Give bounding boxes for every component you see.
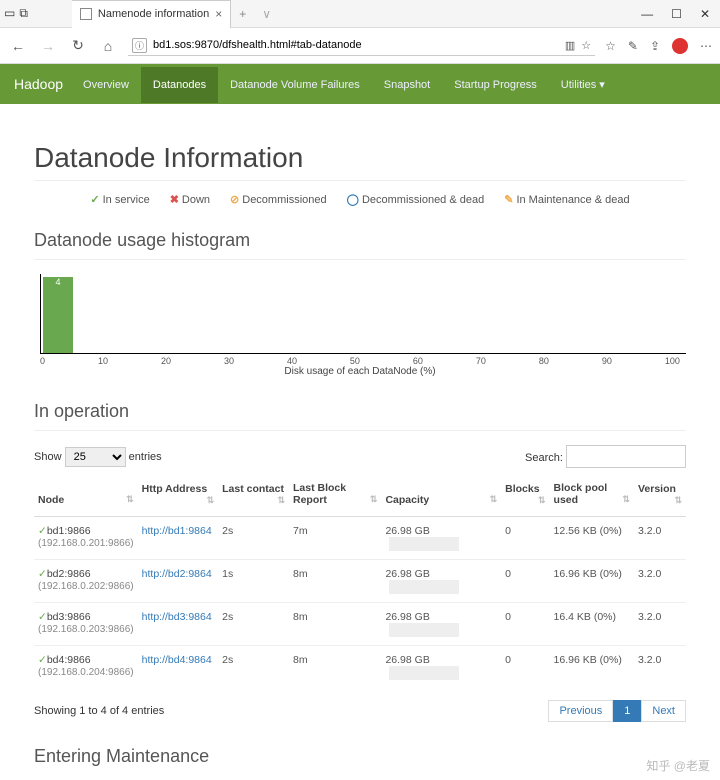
usage-histogram: 4 0102030405060708090100 Disk usage of e… bbox=[34, 274, 686, 377]
showing-text: Showing 1 to 4 of 4 entries bbox=[34, 705, 164, 717]
pen-icon[interactable]: ✎ bbox=[628, 39, 638, 53]
histogram-bar: 4 bbox=[43, 277, 73, 353]
pagination: Previous 1 Next bbox=[548, 700, 686, 722]
new-tab-button[interactable]: + bbox=[231, 7, 254, 21]
entries-label: entries bbox=[129, 451, 162, 463]
hadoop-nav: Hadoop OverviewDatanodesDatanode Volume … bbox=[0, 64, 720, 104]
browser-toolbar: ← → ↻ ⌂ ⓘ ▥ ☆ ☆ ✎ ⇪ ⋯ bbox=[0, 28, 720, 64]
table-footer: Showing 1 to 4 of 4 entries Previous 1 N… bbox=[34, 700, 686, 722]
nav-utilities[interactable]: Utilities ▾ bbox=[549, 66, 617, 103]
entering-maintenance-heading: Entering Maintenance bbox=[34, 746, 686, 767]
favicon bbox=[80, 8, 92, 20]
share-icon[interactable]: ⇪ bbox=[650, 39, 660, 53]
reading-view-icon[interactable]: ▥ bbox=[565, 39, 575, 52]
col-block-pool-used[interactable]: Block pool used⇅ bbox=[550, 476, 634, 517]
close-window-button[interactable]: ✕ bbox=[700, 7, 710, 21]
next-button[interactable]: Next bbox=[641, 700, 686, 722]
favorites-icon[interactable]: ☆ bbox=[605, 39, 616, 53]
col-http-address[interactable]: Http Address⇅ bbox=[138, 476, 218, 517]
legend-down: ✖Down bbox=[170, 193, 210, 206]
copy-icon[interactable]: ⧉ bbox=[19, 6, 28, 21]
window-controls: — ☐ ✕ bbox=[631, 7, 720, 21]
toolbar-right: ☆ ✎ ⇪ ⋯ bbox=[605, 38, 712, 54]
legend-in-maintenance-dead: ✎In Maintenance & dead bbox=[504, 193, 629, 206]
col-node[interactable]: Node⇅ bbox=[34, 476, 138, 517]
col-blocks[interactable]: Blocks⇅ bbox=[501, 476, 549, 517]
show-label: Show bbox=[34, 451, 62, 463]
more-icon[interactable]: ⋯ bbox=[700, 39, 712, 53]
history-icon[interactable]: ▭ bbox=[4, 6, 15, 21]
x-axis-label: Disk usage of each DataNode (%) bbox=[34, 366, 686, 377]
page-content: Datanode Information ✓In service ✖Down ⊘De… bbox=[0, 104, 720, 780]
http-address-link[interactable]: http://bd2:9864 bbox=[142, 568, 212, 580]
col-last-block-report[interactable]: Last Block Report⇅ bbox=[289, 476, 381, 517]
browser-tab[interactable]: Namenode information × bbox=[72, 0, 231, 28]
chart-title: Datanode usage histogram bbox=[34, 230, 686, 251]
page-title: Datanode Information bbox=[34, 142, 686, 174]
table-row: ✓bd2:9866(192.168.0.202:9866)http://bd2:… bbox=[34, 560, 686, 603]
http-address-link[interactable]: http://bd1:9864 bbox=[142, 525, 212, 537]
in-operation-heading: In operation bbox=[34, 401, 686, 422]
nav-snapshot[interactable]: Snapshot bbox=[372, 67, 442, 103]
entries-select[interactable]: 102550100 bbox=[65, 447, 126, 467]
close-tab-icon[interactable]: × bbox=[215, 7, 222, 21]
favorite-star-icon[interactable]: ☆ bbox=[581, 39, 591, 52]
nav-overview[interactable]: Overview bbox=[71, 67, 141, 103]
search-label: Search: bbox=[525, 452, 563, 464]
legend-decommissioned: ⊘Decommissioned bbox=[230, 193, 327, 206]
brand[interactable]: Hadoop bbox=[14, 76, 63, 92]
home-button[interactable]: ⌂ bbox=[98, 38, 118, 54]
adblock-icon[interactable] bbox=[672, 38, 688, 54]
datanode-table: Node⇅Http Address⇅Last contact⇅Last Bloc… bbox=[34, 476, 686, 688]
http-address-link[interactable]: http://bd4:9864 bbox=[142, 654, 212, 666]
legend-decommissioned-dead: ◯Decommissioned & dead bbox=[347, 193, 485, 206]
maximize-button[interactable]: ☐ bbox=[671, 7, 682, 21]
tab-chevron-icon[interactable]: ∨ bbox=[254, 7, 279, 21]
page-1-button[interactable]: 1 bbox=[613, 700, 641, 722]
col-capacity[interactable]: Capacity⇅ bbox=[381, 476, 501, 517]
table-row: ✓bd1:9866(192.168.0.201:9866)http://bd1:… bbox=[34, 517, 686, 560]
legend-in-service: ✓In service bbox=[90, 193, 149, 206]
refresh-button[interactable]: ↻ bbox=[68, 37, 88, 54]
window-tab-strip-left: ▭ ⧉ bbox=[0, 6, 32, 21]
nav-datanode-volume-failures[interactable]: Datanode Volume Failures bbox=[218, 67, 372, 103]
table-row: ✓bd4:9866(192.168.0.204:9866)http://bd4:… bbox=[34, 646, 686, 689]
search-input[interactable] bbox=[566, 445, 686, 468]
http-address-link[interactable]: http://bd3:9864 bbox=[142, 611, 212, 623]
col-version[interactable]: Version⇅ bbox=[634, 476, 686, 517]
nav-startup-progress[interactable]: Startup Progress bbox=[442, 67, 549, 103]
minimize-button[interactable]: — bbox=[641, 7, 653, 21]
site-info-icon[interactable]: ⓘ bbox=[132, 38, 147, 53]
nav-datanodes[interactable]: Datanodes bbox=[141, 67, 218, 103]
forward-button[interactable]: → bbox=[38, 38, 58, 54]
url-input[interactable] bbox=[153, 39, 559, 51]
col-last-contact[interactable]: Last contact⇅ bbox=[218, 476, 289, 517]
titlebar: ▭ ⧉ Namenode information × + ∨ — ☐ ✕ bbox=[0, 0, 720, 28]
back-button[interactable]: ← bbox=[8, 38, 28, 54]
table-controls: Show 102550100 entries Search: bbox=[34, 445, 686, 468]
address-bar[interactable]: ⓘ ▥ ☆ bbox=[128, 36, 595, 56]
status-legend: ✓In service ✖Down ⊘Decommissioned ◯Decommis… bbox=[34, 193, 686, 206]
tab-title: Namenode information bbox=[98, 8, 209, 20]
table-row: ✓bd3:9866(192.168.0.203:9866)http://bd3:… bbox=[34, 603, 686, 646]
prev-button[interactable]: Previous bbox=[548, 700, 613, 722]
watermark: 知乎 @老夏 bbox=[646, 757, 710, 774]
